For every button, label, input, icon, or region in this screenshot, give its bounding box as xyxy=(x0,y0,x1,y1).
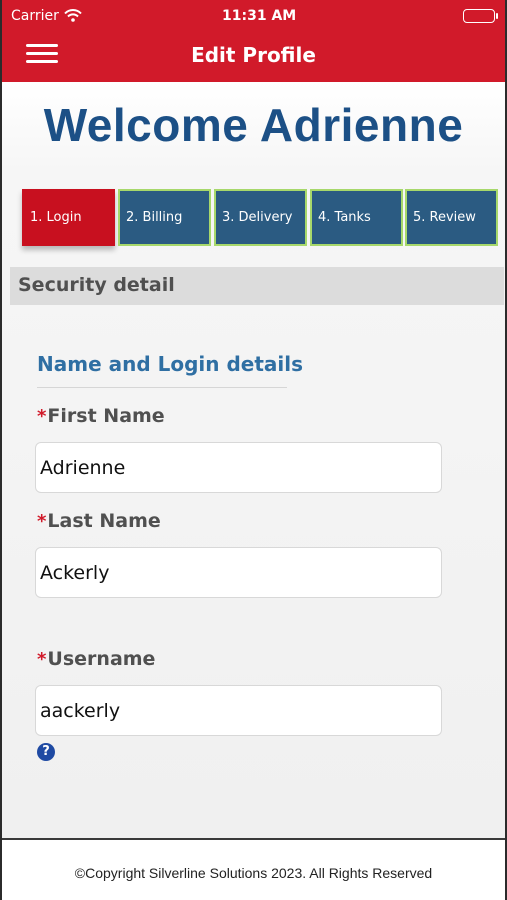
last-name-label-text: Last Name xyxy=(47,510,161,532)
required-marker: * xyxy=(37,406,47,427)
battery-icon xyxy=(463,9,498,23)
wizard-steps: 1. Login 2. Billing 3. Delivery 4. Tanks… xyxy=(22,189,500,247)
step-delivery[interactable]: 3. Delivery xyxy=(214,189,307,246)
page-title: Edit Profile xyxy=(191,43,316,67)
wifi-icon xyxy=(64,9,82,26)
section-header-security: Security detail xyxy=(10,267,504,305)
footer: ©Copyright Silverline Solutions 2023. Al… xyxy=(0,840,507,900)
username-label-text: Username xyxy=(47,648,156,670)
last-name-input[interactable] xyxy=(35,547,442,598)
last-name-label: *Last Name xyxy=(37,510,161,532)
footer-copyright: ©Copyright Silverline Solutions 2023. Al… xyxy=(74,865,433,881)
required-marker: * xyxy=(37,511,47,532)
welcome-heading: Welcome Adrienne xyxy=(43,99,464,151)
step-billing[interactable]: 2. Billing xyxy=(118,189,211,246)
first-name-input[interactable] xyxy=(35,442,442,493)
step-login[interactable]: 1. Login xyxy=(22,189,115,246)
status-time: 11:31 AM xyxy=(222,8,297,24)
first-name-label: *First Name xyxy=(37,405,165,427)
step-review[interactable]: 5. Review xyxy=(405,189,498,246)
subsection-divider xyxy=(37,387,287,388)
status-bar: Carrier 11:31 AM xyxy=(0,0,507,32)
username-input[interactable] xyxy=(35,685,442,736)
required-marker: * xyxy=(37,649,47,670)
subsection-title: Name and Login details xyxy=(37,352,304,376)
step-tanks[interactable]: 4. Tanks xyxy=(310,189,403,246)
main-content: Welcome Adrienne 1. Login 2. Billing 3. … xyxy=(2,82,505,838)
first-name-label-text: First Name xyxy=(47,405,165,427)
carrier-label: Carrier xyxy=(11,8,59,24)
username-label: *Username xyxy=(37,648,155,670)
top-bar: Carrier 11:31 AM Edit Profile xyxy=(0,0,507,82)
help-icon[interactable]: ? xyxy=(37,743,55,761)
nav-bar: Edit Profile xyxy=(0,32,507,82)
